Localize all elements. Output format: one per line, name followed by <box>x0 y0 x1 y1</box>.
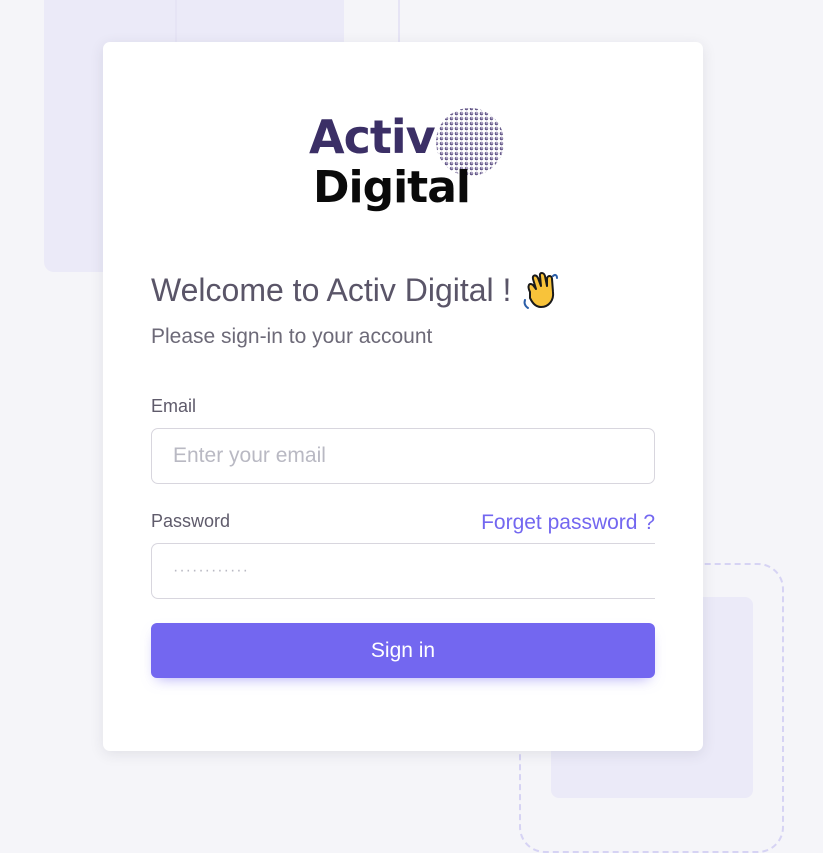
waving-hand-icon <box>524 272 559 309</box>
background-decoration-line <box>398 0 400 44</box>
welcome-subtitle: Please sign-in to your account <box>151 325 433 348</box>
brand-logo: Activ Digital <box>309 104 505 222</box>
password-label: Password <box>151 511 231 531</box>
welcome-heading: Welcome to Activ Digital ! <box>151 270 559 310</box>
login-card: Activ Digital Welcome to Activ Digital !… <box>103 42 703 751</box>
email-label: Email <box>151 396 197 416</box>
welcome-title: Welcome to Activ Digital ! <box>151 271 512 308</box>
email-input[interactable] <box>151 428 655 484</box>
password-input[interactable] <box>151 543 655 599</box>
forgot-password-link[interactable]: Forget password ? <box>481 511 655 535</box>
background-decoration-line <box>175 0 177 44</box>
logo-text-digital: Digital <box>313 162 471 213</box>
sign-in-button[interactable]: Sign in <box>151 623 655 678</box>
logo-text-activ: Activ <box>309 110 436 164</box>
